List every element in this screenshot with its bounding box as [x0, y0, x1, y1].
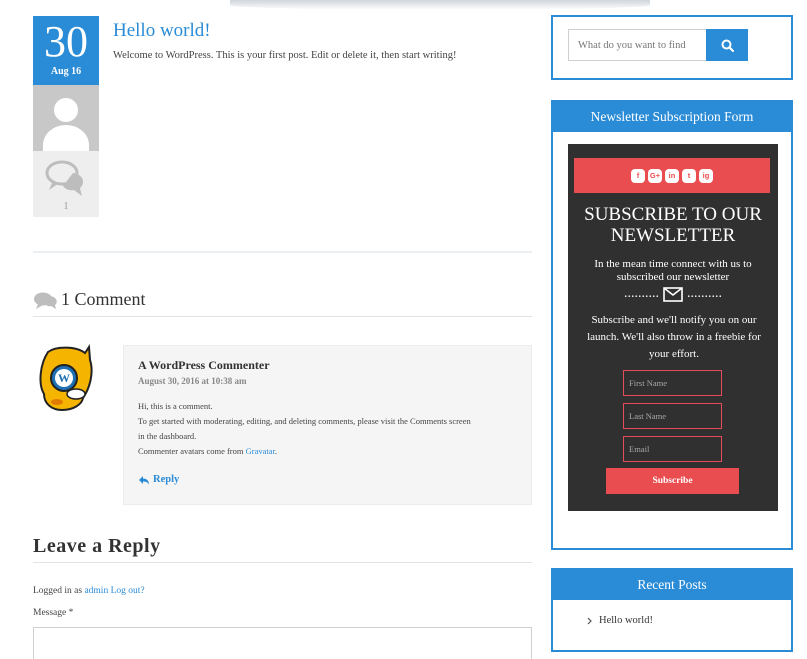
logout-link[interactable]: Log out? — [111, 586, 145, 596]
comments-heading-text: 1 Comment — [61, 289, 146, 309]
newsletter-panel: f G+ in t ig SUBSCRIBE TO OUR NEWSLETTER… — [568, 144, 778, 511]
avatar-body-shape — [43, 125, 89, 151]
recent-posts-title: Recent Posts — [553, 570, 791, 600]
post-title-link[interactable]: Hello world! — [113, 20, 211, 42]
commenter-avatar[interactable]: W — [38, 344, 94, 412]
search-icon — [721, 39, 734, 52]
newsletter-promo-text: Subscribe and we'll notify you on our la… — [587, 314, 761, 360]
user-profile-link[interactable]: admin — [84, 586, 108, 596]
search-button[interactable] — [706, 29, 748, 61]
logged-in-note: Logged in as admin Log out? — [33, 586, 145, 596]
author-avatar[interactable] — [33, 85, 99, 151]
dots-right: .......... — [687, 286, 722, 301]
instagram-icon[interactable]: ig — [699, 168, 713, 183]
chevron-right-icon — [587, 617, 592, 624]
comments-heading-icon — [34, 292, 57, 309]
logged-in-prefix: Logged in as — [33, 586, 85, 596]
dots-left: .......... — [624, 286, 659, 301]
post-date-day: 30 — [44, 17, 88, 66]
gravatar-link[interactable]: Gravatar — [246, 446, 275, 456]
newsletter-subtext: In the mean time connect with us to subs… — [594, 258, 752, 283]
comment-author[interactable]: A WordPress Commenter — [138, 358, 517, 373]
reply-arrow-icon — [139, 475, 149, 484]
message-label: Message * — [33, 608, 74, 618]
reply-label: Reply — [153, 474, 180, 485]
recent-posts-widget: Recent Posts Hello world! — [551, 568, 793, 652]
comment-text-suffix: . — [274, 446, 278, 456]
envelope-icon — [663, 286, 683, 302]
reply-divider — [33, 562, 532, 563]
subscribe-button[interactable]: Subscribe — [606, 468, 739, 494]
comment-text-line: To get started with moderating, editing,… — [138, 416, 471, 426]
post-excerpt: Welcome to WordPress. This is your first… — [113, 50, 457, 61]
newsletter-heading-line: SUBSCRIBE TO OUR — [584, 204, 762, 225]
email-field[interactable] — [623, 436, 722, 462]
comment-text-line: Commenter avatars come from Gravatar. — [138, 444, 517, 459]
twitter-icon[interactable]: t — [682, 168, 696, 183]
google-plus-icon[interactable]: G+ — [648, 168, 662, 183]
first-name-field[interactable] — [623, 370, 722, 396]
comments-divider — [33, 316, 532, 317]
svg-text:W: W — [58, 371, 70, 385]
newsletter-divider: .......... .......... — [568, 286, 778, 302]
newsletter-heading: SUBSCRIBE TO OUR NEWSLETTER — [568, 204, 778, 246]
comments-heading: 1 Comment — [33, 289, 146, 310]
comment-count-box[interactable]: 1 — [33, 151, 99, 217]
header-shadow — [230, 0, 650, 10]
leave-reply-heading: Leave a Reply — [33, 535, 161, 557]
comment-text-line: Hi, this is a comment. — [138, 401, 213, 411]
search-input[interactable] — [568, 29, 706, 61]
comment-text-line: in the dashboard. — [138, 431, 197, 441]
linkedin-icon[interactable]: in — [665, 168, 679, 183]
recent-post-label: Hello world! — [599, 615, 653, 626]
newsletter-heading-line: NEWSLETTER — [610, 225, 736, 246]
facebook-icon[interactable]: f — [631, 168, 645, 183]
newsletter-widget: Newsletter Subscription Form f G+ in t i… — [551, 100, 793, 550]
reply-button[interactable]: Reply — [138, 474, 517, 485]
post-divider — [33, 251, 532, 253]
comments-icon — [45, 160, 84, 196]
comment-box: A WordPress Commenter August 30, 2016 at… — [123, 345, 532, 505]
message-textarea[interactable] — [33, 627, 532, 659]
recent-post-item[interactable]: Hello world! — [587, 615, 653, 626]
post-date-month: Aug 16 — [50, 66, 82, 77]
comment-text-prefix: Commenter avatars come from — [138, 446, 246, 456]
avatar-head-shape — [54, 98, 78, 122]
search-widget — [551, 15, 793, 80]
comment-date[interactable]: August 30, 2016 at 10:38 am — [138, 376, 517, 386]
comment-text: Hi, this is a comment. To get started wi… — [138, 399, 517, 459]
social-icons-bar: f G+ in t ig — [574, 158, 770, 193]
post-date-badge: 30 Aug 16 — [33, 16, 99, 85]
comment-count: 1 — [63, 201, 69, 212]
newsletter-widget-title: Newsletter Subscription Form — [553, 102, 791, 132]
last-name-field[interactable] — [623, 403, 722, 429]
